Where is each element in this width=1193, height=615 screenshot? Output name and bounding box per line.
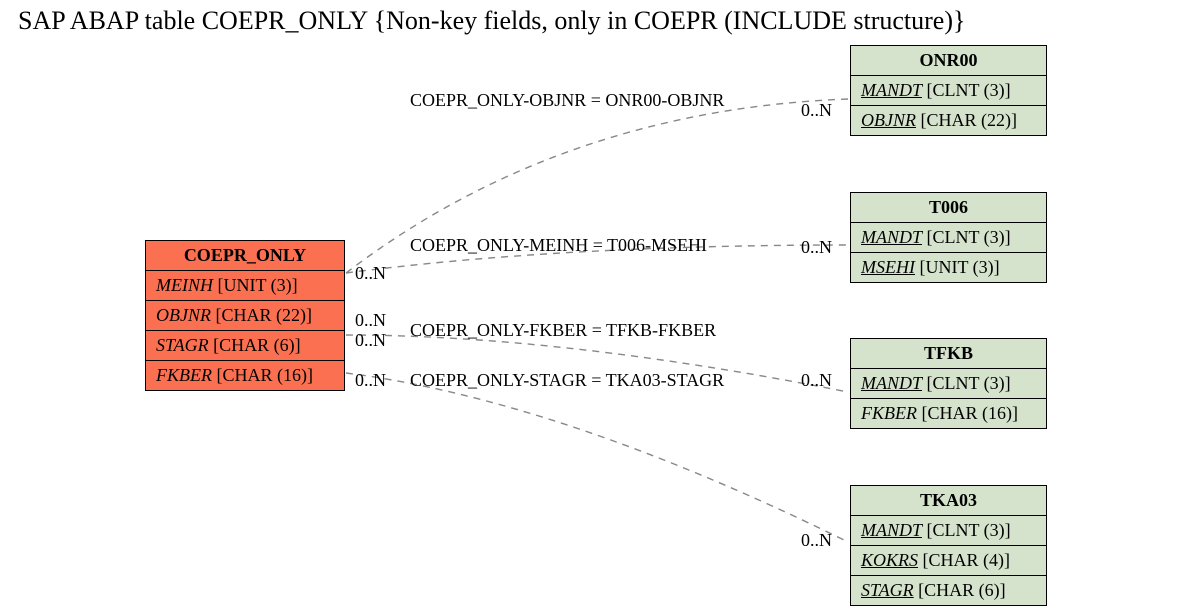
entity-row: MSEHI [UNIT (3)]: [851, 253, 1046, 282]
entity-row: MANDT [CLNT (3)]: [851, 516, 1046, 546]
entity-row: OBJNR [CHAR (22)]: [146, 301, 344, 331]
entity-row: STAGR [CHAR (6)]: [146, 331, 344, 361]
cardinality-label: 0..N: [355, 330, 386, 351]
cardinality-label: 0..N: [355, 310, 386, 331]
entity-tka03-header: TKA03: [851, 486, 1046, 516]
entity-onr00-header: ONR00: [851, 46, 1046, 76]
entity-tfkb: TFKB MANDT [CLNT (3)] FKBER [CHAR (16)]: [850, 338, 1047, 429]
cardinality-label: 0..N: [355, 263, 386, 284]
relation-label-tfkb: COEPR_ONLY-FKBER = TFKB-FKBER: [410, 320, 716, 341]
entity-row: STAGR [CHAR (6)]: [851, 576, 1046, 605]
entity-row: MEINH [UNIT (3)]: [146, 271, 344, 301]
entity-row: MANDT [CLNT (3)]: [851, 223, 1046, 253]
entity-coepr-only: COEPR_ONLY MEINH [UNIT (3)] OBJNR [CHAR …: [145, 240, 345, 391]
relation-label-onr00: COEPR_ONLY-OBJNR = ONR00-OBJNR: [410, 90, 724, 111]
entity-tka03: TKA03 MANDT [CLNT (3)] KOKRS [CHAR (4)] …: [850, 485, 1047, 606]
cardinality-label: 0..N: [801, 237, 832, 258]
entity-row: MANDT [CLNT (3)]: [851, 369, 1046, 399]
cardinality-label: 0..N: [355, 370, 386, 391]
cardinality-label: 0..N: [801, 530, 832, 551]
entity-row: FKBER [CHAR (16)]: [851, 399, 1046, 428]
entity-t006: T006 MANDT [CLNT (3)] MSEHI [UNIT (3)]: [850, 192, 1047, 283]
entity-row: MANDT [CLNT (3)]: [851, 76, 1046, 106]
relation-label-t006: COEPR_ONLY-MEINH = T006-MSEHI: [410, 235, 707, 256]
cardinality-label: 0..N: [801, 370, 832, 391]
cardinality-label: 0..N: [801, 100, 832, 121]
page-title: SAP ABAP table COEPR_ONLY {Non-key field…: [18, 6, 965, 36]
entity-row: KOKRS [CHAR (4)]: [851, 546, 1046, 576]
entity-onr00: ONR00 MANDT [CLNT (3)] OBJNR [CHAR (22)]: [850, 45, 1047, 136]
entity-tfkb-header: TFKB: [851, 339, 1046, 369]
relation-label-tka03: COEPR_ONLY-STAGR = TKA03-STAGR: [410, 370, 724, 391]
entity-t006-header: T006: [851, 193, 1046, 223]
entity-coepr-only-header: COEPR_ONLY: [146, 241, 344, 271]
entity-row: OBJNR [CHAR (22)]: [851, 106, 1046, 135]
entity-row: FKBER [CHAR (16)]: [146, 361, 344, 390]
